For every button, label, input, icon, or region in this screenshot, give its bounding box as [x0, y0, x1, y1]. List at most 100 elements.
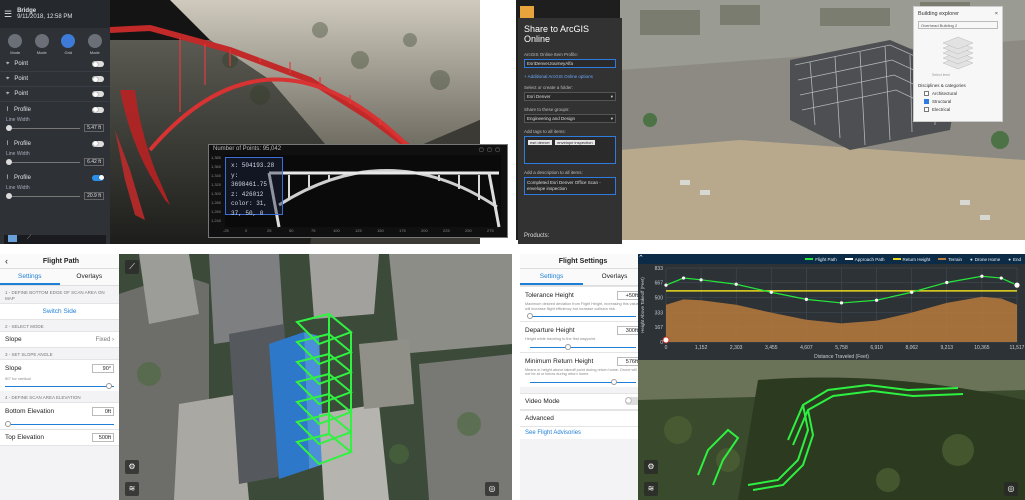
tag-chip[interactable]: esri denver	[528, 140, 552, 145]
description-field[interactable]: Completed Esri Denver Office Scan - enve…	[524, 177, 616, 195]
flight-path-point	[874, 298, 879, 302]
legend-drone-home[interactable]: ● Drone Home	[970, 257, 1000, 262]
slope-mode-row[interactable]: Slope Fixed ›	[0, 331, 119, 348]
departure-slider[interactable]	[525, 341, 641, 352]
tab-settings[interactable]: Settings	[520, 269, 583, 285]
bottom-elevation-slider[interactable]	[0, 419, 119, 429]
slope-slider[interactable]	[0, 381, 119, 391]
tab-overlays[interactable]: Overlays	[583, 269, 646, 285]
flight-path-point	[734, 282, 738, 286]
level-stack-icon[interactable]	[918, 33, 998, 73]
tab-settings[interactable]: Settings	[0, 269, 60, 285]
folder-select[interactable]: Esri Denver ▾	[524, 92, 616, 101]
mode-button-2[interactable]: Mode	[34, 34, 49, 55]
tab-overlays[interactable]: Overlays	[60, 269, 120, 285]
line-width-value[interactable]: 20.9 ft	[84, 192, 104, 200]
see-advisories-link[interactable]: See Flight Advisories	[525, 430, 581, 436]
tolerance-slider[interactable]	[525, 311, 641, 322]
x-tick: 225	[443, 228, 450, 233]
x-tick: 200	[421, 228, 428, 233]
y-tick: 1,340	[211, 173, 222, 178]
advanced-row[interactable]: Advanced ›	[520, 409, 646, 427]
layer-row-profile[interactable]: ⌇ Profile	[0, 102, 110, 117]
layer-toggle[interactable]	[92, 91, 104, 97]
tag-chip[interactable]: envelope inspection	[555, 140, 595, 145]
mode-button-1[interactable]: Mode	[8, 34, 23, 55]
mode-button-grid[interactable]: Grid	[61, 34, 76, 55]
discipline-checkbox[interactable]: Electrical	[924, 107, 998, 112]
flight-path-point	[945, 280, 949, 285]
layers-icon[interactable]: ≋	[644, 482, 658, 496]
y-tick-label: 833	[655, 266, 664, 272]
chevron-down-icon: ▾	[610, 94, 613, 99]
building-explorer: Building explorer × Overhead Building 2 S…	[913, 6, 1003, 122]
line-width-slider[interactable]: 6.42 ft	[0, 157, 110, 170]
gear-icon[interactable]: ⚙	[644, 460, 658, 474]
layer-toggle[interactable]	[92, 61, 104, 67]
city-3d-view[interactable]: ⟋ ⚙ ≋ ◎	[119, 254, 512, 500]
layer-toggle[interactable]	[92, 174, 104, 181]
mode-button-4[interactable]: Mode	[87, 34, 102, 55]
profile-field[interactable]: EsriDenverJourneyAlfa	[524, 59, 616, 68]
y-tick-label: 500	[655, 296, 664, 302]
layer-row-point[interactable]: ⌖ Point	[0, 57, 110, 72]
switch-side-row[interactable]: Switch Side	[0, 303, 119, 320]
legend-terrain[interactable]: Terrain	[938, 257, 962, 262]
bottom-elevation-input[interactable]: 0ft	[92, 406, 114, 416]
return-slider[interactable]	[525, 376, 641, 387]
x-tick-label: 3,455	[765, 345, 778, 351]
menu-icon[interactable]: ☰	[4, 9, 12, 20]
ruler-icon[interactable]: ⟋	[27, 235, 31, 244]
groups-value: Engineering and Design	[527, 116, 576, 121]
disciplines-label: Disciplines & categories	[918, 83, 966, 88]
advisories-row[interactable]: See Flight Advisories	[520, 426, 646, 439]
legend-return-height[interactable]: Return Height	[892, 257, 930, 262]
screen-icon[interactable]	[8, 235, 17, 242]
discipline-checkbox[interactable]: Architectural	[924, 91, 998, 96]
field-label: Tolerance Height	[525, 292, 574, 299]
legend-flight-path[interactable]: Flight Path	[805, 257, 837, 262]
layers-icon[interactable]: ≋	[125, 482, 139, 496]
line-width-value[interactable]: 6.42 ft	[84, 158, 104, 166]
close-icon[interactable]: ×	[995, 11, 998, 17]
legend-approach-path[interactable]: Approach Path	[844, 257, 885, 262]
line-width-slider[interactable]: 20.9 ft	[0, 191, 110, 204]
profile-icon: ⌇	[6, 107, 9, 113]
layer-toggle[interactable]	[92, 106, 104, 113]
x-tick: -25	[223, 228, 229, 233]
x-tick: 150	[377, 228, 384, 233]
layer-row-point[interactable]: ⌖ Point	[0, 72, 110, 87]
edit-tool-button[interactable]	[520, 6, 534, 18]
gear-icon[interactable]: ⚙	[125, 460, 139, 474]
section-header: 3 - SET SLOPE ANGLE	[5, 352, 53, 357]
x-tick: 100	[333, 228, 340, 233]
line-width-slider[interactable]: 5.47 ft	[0, 123, 110, 136]
layer-toggle[interactable]	[92, 140, 104, 147]
top-elevation-input[interactable]: 500ft	[92, 433, 114, 442]
y-axis-label: Height Above Takeoff (Feet)	[640, 277, 645, 333]
layer-row-point[interactable]: ⌖ Point	[0, 87, 110, 102]
tags-field[interactable]: esri denver envelope inspection	[524, 136, 616, 164]
flight-path-point	[769, 290, 773, 294]
switch-side-button[interactable]: Switch Side	[5, 308, 114, 315]
slope-angle-input[interactable]: 90°	[92, 363, 114, 373]
flight-path-point	[664, 283, 668, 287]
layer-row-profile[interactable]: ⌇ Profile	[0, 136, 110, 151]
discipline-checkbox[interactable]: Structural	[924, 99, 998, 104]
locate-icon[interactable]: ◎	[485, 482, 499, 496]
line-width-value[interactable]: 5.47 ft	[84, 124, 104, 132]
elevation-profile-chart[interactable]: 83366750033316700 1,152 2,303 3,455 4,607 5,7…	[638, 264, 1025, 360]
locate-icon[interactable]: ◎	[1004, 482, 1018, 496]
layer-label: Profile	[13, 174, 31, 181]
timestamp: 9/11/2018, 12:58 PM	[17, 14, 73, 20]
layer-row-profile[interactable]: ⌇ Profile	[0, 170, 110, 185]
chart-icon[interactable]: ⟋	[125, 260, 139, 274]
terrain-3d-view[interactable]	[638, 360, 1025, 500]
collapse-chevron-icon[interactable]: ⌃	[638, 254, 646, 264]
building-select[interactable]: Overhead Building 2	[918, 21, 998, 29]
products-label: Products:	[524, 233, 550, 239]
legend-end[interactable]: ● End	[1008, 257, 1021, 262]
layer-toggle[interactable]	[92, 76, 104, 82]
additional-options-link[interactable]: + Additional ArcGIS Online options	[524, 74, 616, 79]
groups-select[interactable]: Engineering and Design ▾	[524, 114, 616, 123]
